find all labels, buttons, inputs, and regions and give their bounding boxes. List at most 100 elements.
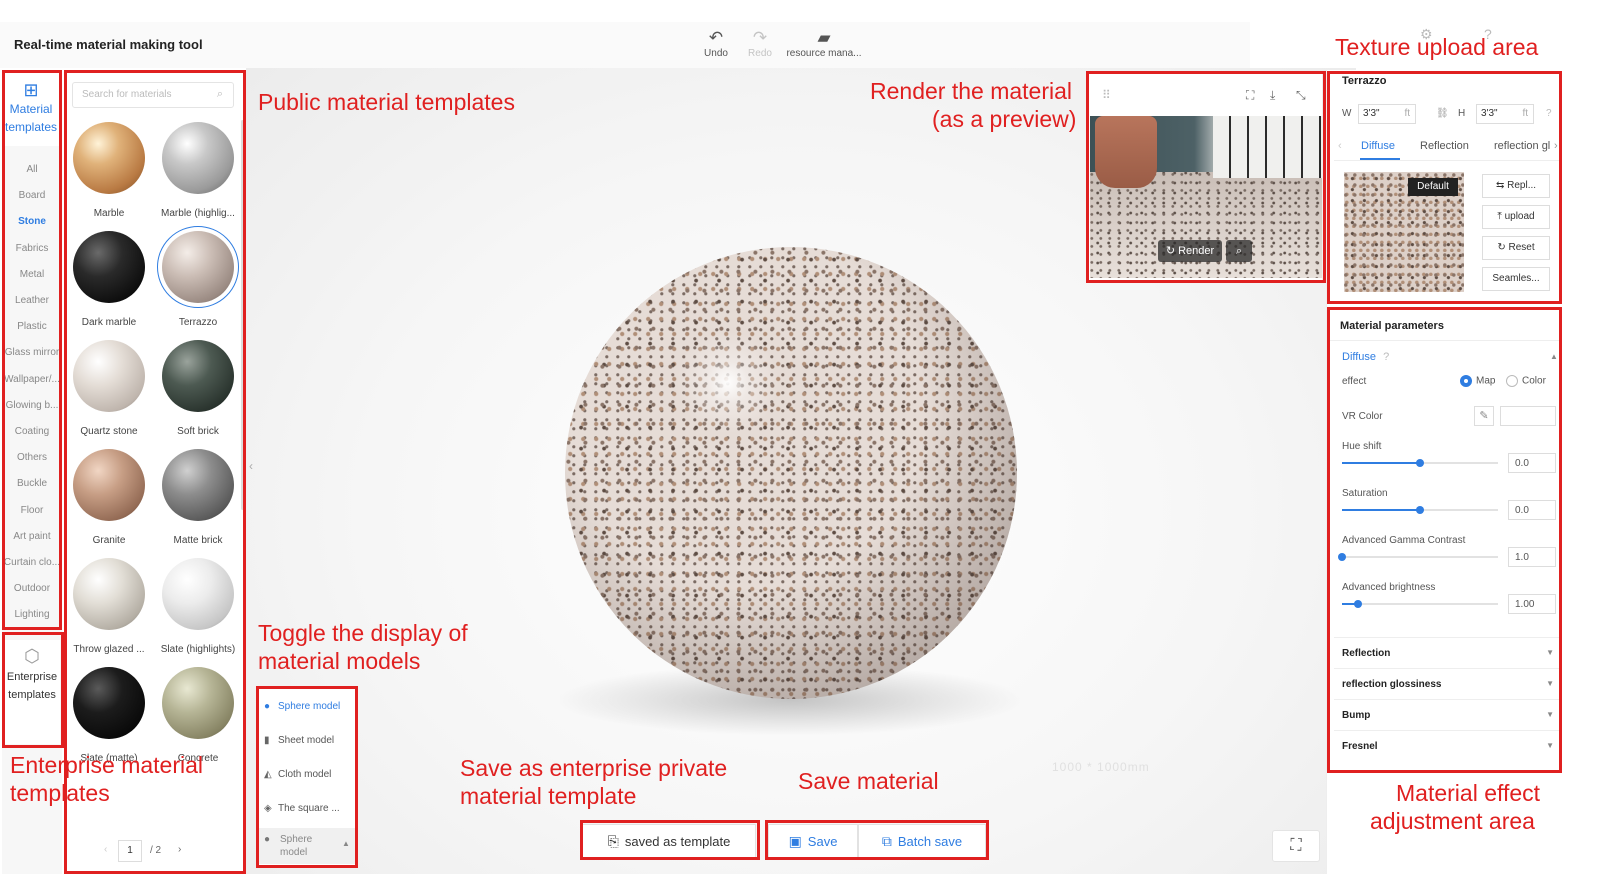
minimize-icon[interactable]: ⤡ [1296, 88, 1306, 103]
tab-scroll-left-icon[interactable]: ‹ [1338, 140, 1342, 152]
batch-save-button[interactable]: ⧉ Batch save [858, 824, 986, 858]
category-curtain-clo[interactable]: Curtain clo... [2, 557, 62, 568]
zoom-button[interactable]: ⌕ [1226, 240, 1252, 262]
category-lighting[interactable]: Lighting [2, 609, 62, 620]
material-card-terrazzo[interactable]: Terrazzo [154, 226, 242, 328]
slider-thumb[interactable] [1416, 459, 1424, 467]
effect-color-radio[interactable]: Color [1506, 375, 1546, 387]
material-thumbnail [73, 231, 145, 303]
section-reflection-glossiness[interactable]: reflection glossiness ▼ [1334, 668, 1560, 699]
save-button[interactable]: ▣ Save [768, 824, 858, 858]
tab-scroll-right-icon[interactable]: › [1554, 140, 1558, 152]
material-card-slate-highlights[interactable]: Slate (highlights) [154, 558, 242, 655]
repl-button[interactable]: ⇆ Repl... [1482, 174, 1550, 198]
tab-diffuse[interactable]: Diffuse [1361, 140, 1395, 152]
slider-thumb[interactable] [1338, 553, 1346, 561]
material-card-marble[interactable]: Marble [65, 122, 153, 219]
folder-icon: ▰ [817, 28, 831, 47]
category-buckle[interactable]: Buckle [2, 478, 62, 489]
prev-page-icon[interactable]: ‹ [104, 844, 107, 855]
category-plastic[interactable]: Plastic [2, 321, 62, 332]
category-fabrics[interactable]: Fabrics [2, 243, 62, 254]
category-coating[interactable]: Coating [2, 426, 62, 437]
render-button[interactable]: ↻ Render [1158, 240, 1222, 262]
slider-thumb[interactable] [1353, 600, 1362, 608]
save-as-template-button[interactable]: ⎘ saved as template [582, 824, 756, 858]
collapse-panel-icon[interactable]: ‹ [249, 459, 253, 473]
refresh-icon: ↻ [1165, 245, 1179, 257]
category-stone[interactable]: Stone [2, 216, 62, 227]
seamles-button[interactable]: Seamles... [1482, 267, 1550, 291]
slider-value-input[interactable]: 0.0 [1508, 453, 1556, 473]
model-select-dropdown[interactable]: ● Sphere model ▲ [258, 828, 356, 864]
download-icon[interactable]: ⤓ [1270, 88, 1275, 103]
category-glass-mirror[interactable]: Glass mirror [2, 347, 62, 358]
enterprise-templates-tab[interactable]: ⬡ Enterprise templates [4, 640, 60, 744]
category-others[interactable]: Others [2, 452, 62, 463]
chevron-down-icon: ▼ [1546, 741, 1554, 750]
help-icon[interactable]: ? [1383, 351, 1389, 363]
eyedropper-icon[interactable]: ✎ [1474, 406, 1494, 426]
category-outdoor[interactable]: Outdoor [2, 583, 62, 594]
tab-reflection[interactable]: Reflection [1420, 140, 1469, 152]
material-templates-tab[interactable]: ⊞ Material templates [2, 72, 60, 146]
current-page-input[interactable]: 1 [118, 840, 142, 862]
screenshot-icon[interactable]: ⛶ [1246, 88, 1254, 103]
category-wallpaper[interactable]: Wallpaper/... [2, 374, 62, 385]
link-icon[interactable]: ⛓ [1436, 108, 1449, 119]
category-board[interactable]: Board [2, 190, 62, 201]
effect-map-radio[interactable]: Map [1460, 375, 1495, 387]
material-card-concrete[interactable]: Concrete [154, 667, 242, 764]
material-sphere-preview[interactable] [565, 247, 1017, 699]
width-input[interactable]: 3'3" ft [1358, 104, 1416, 124]
material-card-slate-matte[interactable]: Slate (matte) [65, 667, 153, 764]
category-glowing-b[interactable]: Glowing b... [2, 400, 62, 411]
material-card-quartz-stone[interactable]: Quartz stone [65, 340, 153, 437]
height-input[interactable]: 3'3" ft [1476, 104, 1534, 124]
category-art-paint[interactable]: Art paint [2, 531, 62, 542]
section-bump[interactable]: Bump ▼ [1334, 699, 1560, 730]
slider-value-input[interactable]: 1.00 [1508, 594, 1556, 614]
slider-track-advanced-gamma-contrast[interactable] [1338, 553, 1498, 561]
section-reflection[interactable]: Reflection ▼ [1334, 637, 1560, 668]
slider-value-input[interactable]: 1.0 [1508, 547, 1556, 567]
slider-track-hue-shift[interactable] [1342, 459, 1498, 467]
slider-thumb[interactable] [1416, 506, 1424, 514]
slider-track-saturation[interactable] [1342, 506, 1498, 514]
category-metal[interactable]: Metal [2, 269, 62, 280]
material-card-marble-highlig[interactable]: Marble (highlig... [154, 122, 242, 219]
app-title: Real-time material making tool [14, 37, 203, 52]
grid-scrollbar[interactable] [241, 120, 244, 510]
model-option-the-square[interactable]: ◈ The square ... [264, 803, 340, 814]
material-card-throw-glazed[interactable]: Throw glazed ... [65, 558, 153, 655]
material-name-label: Terrazzo [178, 317, 218, 328]
vr-color-swatch[interactable] [1500, 406, 1556, 426]
material-thumbnail [162, 122, 234, 194]
category-leather[interactable]: Leather [2, 295, 62, 306]
help-icon[interactable]: ? [1546, 108, 1552, 119]
next-page-icon[interactable]: › [178, 844, 181, 855]
annotation-enterprise-line2: templates [10, 780, 110, 806]
repl-label: Repl... [1507, 180, 1537, 191]
material-card-soft-brick[interactable]: Soft brick [154, 340, 242, 437]
category-floor[interactable]: Floor [2, 505, 62, 516]
drag-handle-icon[interactable]: ⠿ [1102, 88, 1111, 102]
model-option-cloth-model[interactable]: ◭ Cloth model [264, 769, 331, 780]
diffuse-section-header[interactable]: Diffuse ? [1342, 351, 1389, 363]
slider-value-input[interactable]: 0.0 [1508, 500, 1556, 520]
tab-reflection-gl[interactable]: reflection gl [1494, 140, 1550, 152]
reset-button[interactable]: ↻ Reset [1482, 236, 1550, 260]
model-option-sheet-model[interactable]: ▮ Sheet model [264, 735, 334, 746]
material-card-granite[interactable]: Granite [65, 449, 153, 546]
folder-button[interactable]: ▰ resource mana... [784, 28, 864, 59]
upload-button[interactable]: ⤒ upload [1482, 205, 1550, 229]
material-card-matte-brick[interactable]: Matte brick [154, 449, 242, 546]
material-card-dark-marble[interactable]: Dark marble [65, 231, 153, 328]
chevron-up-icon[interactable]: ▲ [1550, 352, 1558, 361]
category-all[interactable]: All [2, 164, 62, 175]
section-fresnel[interactable]: Fresnel ▼ [1334, 730, 1560, 761]
slider-track-advanced-brightness[interactable] [1342, 600, 1498, 608]
fullscreen-button[interactable]: ⛶ [1272, 830, 1320, 862]
model-option-sphere-model[interactable]: ● Sphere model [264, 701, 340, 712]
material-search-input[interactable]: Search for materials ⌕ [72, 82, 234, 108]
